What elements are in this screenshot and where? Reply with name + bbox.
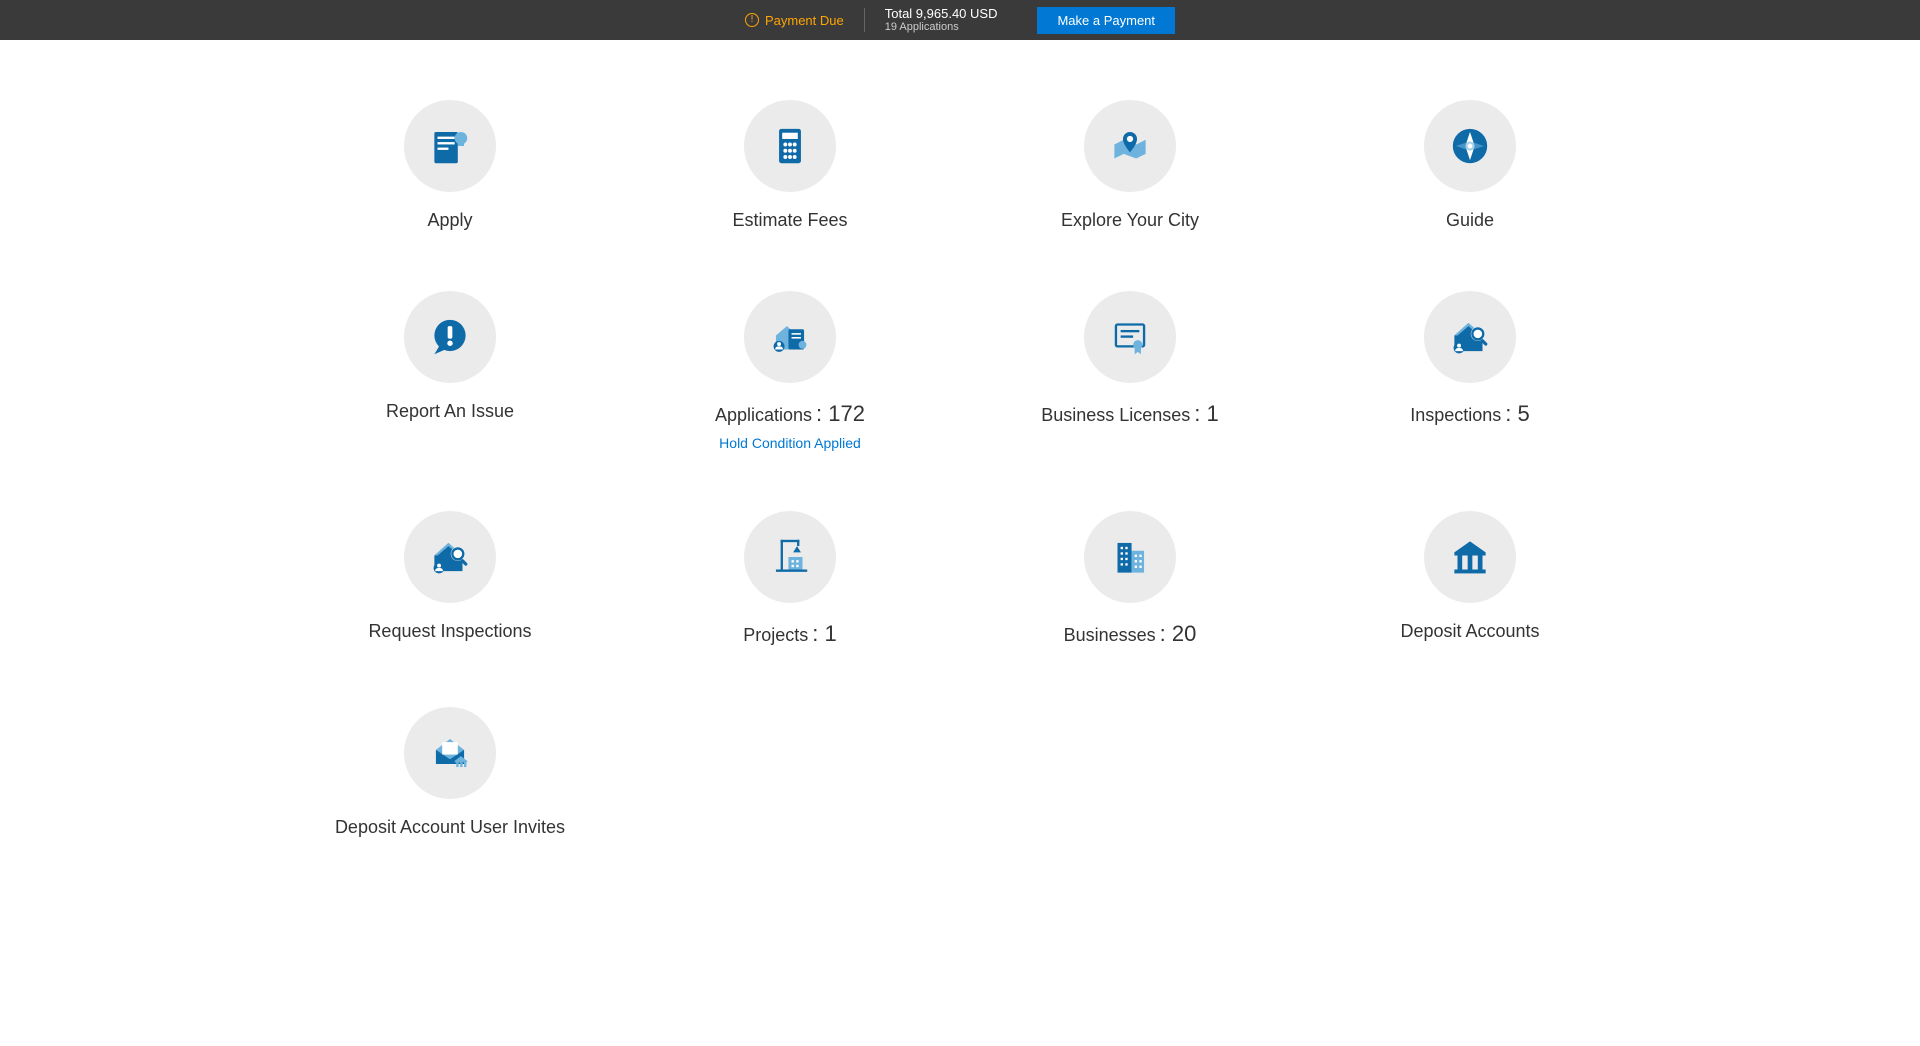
tile-label: Estimate Fees [732,210,847,231]
tile-estimate-fees[interactable]: Estimate Fees [640,100,940,231]
tile-label: Explore Your City [1061,210,1199,231]
tile-applications[interactable]: Applications: 172 Hold Condition Applied [640,291,940,451]
tile-request-inspections[interactable]: Request Inspections [300,511,600,647]
calculator-icon [744,100,836,192]
inspections-icon [1424,291,1516,383]
tile-businesses[interactable]: Businesses: 20 [980,511,1280,647]
payment-due-status: ! Payment Due [745,13,844,28]
divider [864,8,865,32]
tile-label: Projects [743,625,808,646]
apply-icon [404,100,496,192]
tile-label: Applications [715,405,812,426]
tile-apply[interactable]: Apply [300,100,600,231]
tile-label: Deposit Accounts [1400,621,1539,642]
tile-deposit-accounts[interactable]: Deposit Accounts [1320,511,1620,647]
tile-deposit-invites[interactable]: Deposit Account User Invites [300,707,600,838]
tile-label: Apply [427,210,472,231]
dashboard-container: Apply Estimate Fees [260,40,1660,878]
invites-icon [404,707,496,799]
hold-condition-link[interactable]: Hold Condition Applied [719,435,861,451]
tile-label: Deposit Account User Invites [335,817,565,838]
tile-count: : 5 [1505,401,1529,427]
tile-projects[interactable]: Projects: 1 [640,511,940,647]
bank-icon [1424,511,1516,603]
tile-label: Report An Issue [386,401,514,422]
total-section: Total 9,965.40 USD 19 Applications [885,6,998,35]
tile-count: : 172 [816,401,865,427]
tile-report-issue[interactable]: Report An Issue [300,291,600,451]
tile-label: Request Inspections [368,621,531,642]
tile-count: : 1 [812,621,836,647]
tile-label: Business Licenses [1041,405,1190,426]
make-payment-button[interactable]: Make a Payment [1037,7,1175,34]
payment-due-label: Payment Due [765,13,844,28]
businesses-icon [1084,511,1176,603]
tile-inspections[interactable]: Inspections: 5 [1320,291,1620,451]
tile-grid: Apply Estimate Fees [300,100,1620,838]
projects-icon [744,511,836,603]
warning-icon: ! [745,13,759,27]
top-bar: ! Payment Due Total 9,965.40 USD 19 Appl… [0,0,1920,40]
compass-icon [1424,100,1516,192]
tile-label: Guide [1446,210,1494,231]
application-count: 19 Applications [885,21,998,34]
tile-label: Businesses [1064,625,1156,646]
report-icon [404,291,496,383]
tile-count: : 20 [1160,621,1197,647]
total-amount: Total 9,965.40 USD [885,6,998,22]
tile-guide[interactable]: Guide [1320,100,1620,231]
applications-icon [744,291,836,383]
tile-count: : 1 [1194,401,1218,427]
tile-business-licenses[interactable]: Business Licenses: 1 [980,291,1280,451]
map-icon [1084,100,1176,192]
license-icon [1084,291,1176,383]
tile-explore-city[interactable]: Explore Your City [980,100,1280,231]
request-inspections-icon [404,511,496,603]
tile-label: Inspections [1410,405,1501,426]
